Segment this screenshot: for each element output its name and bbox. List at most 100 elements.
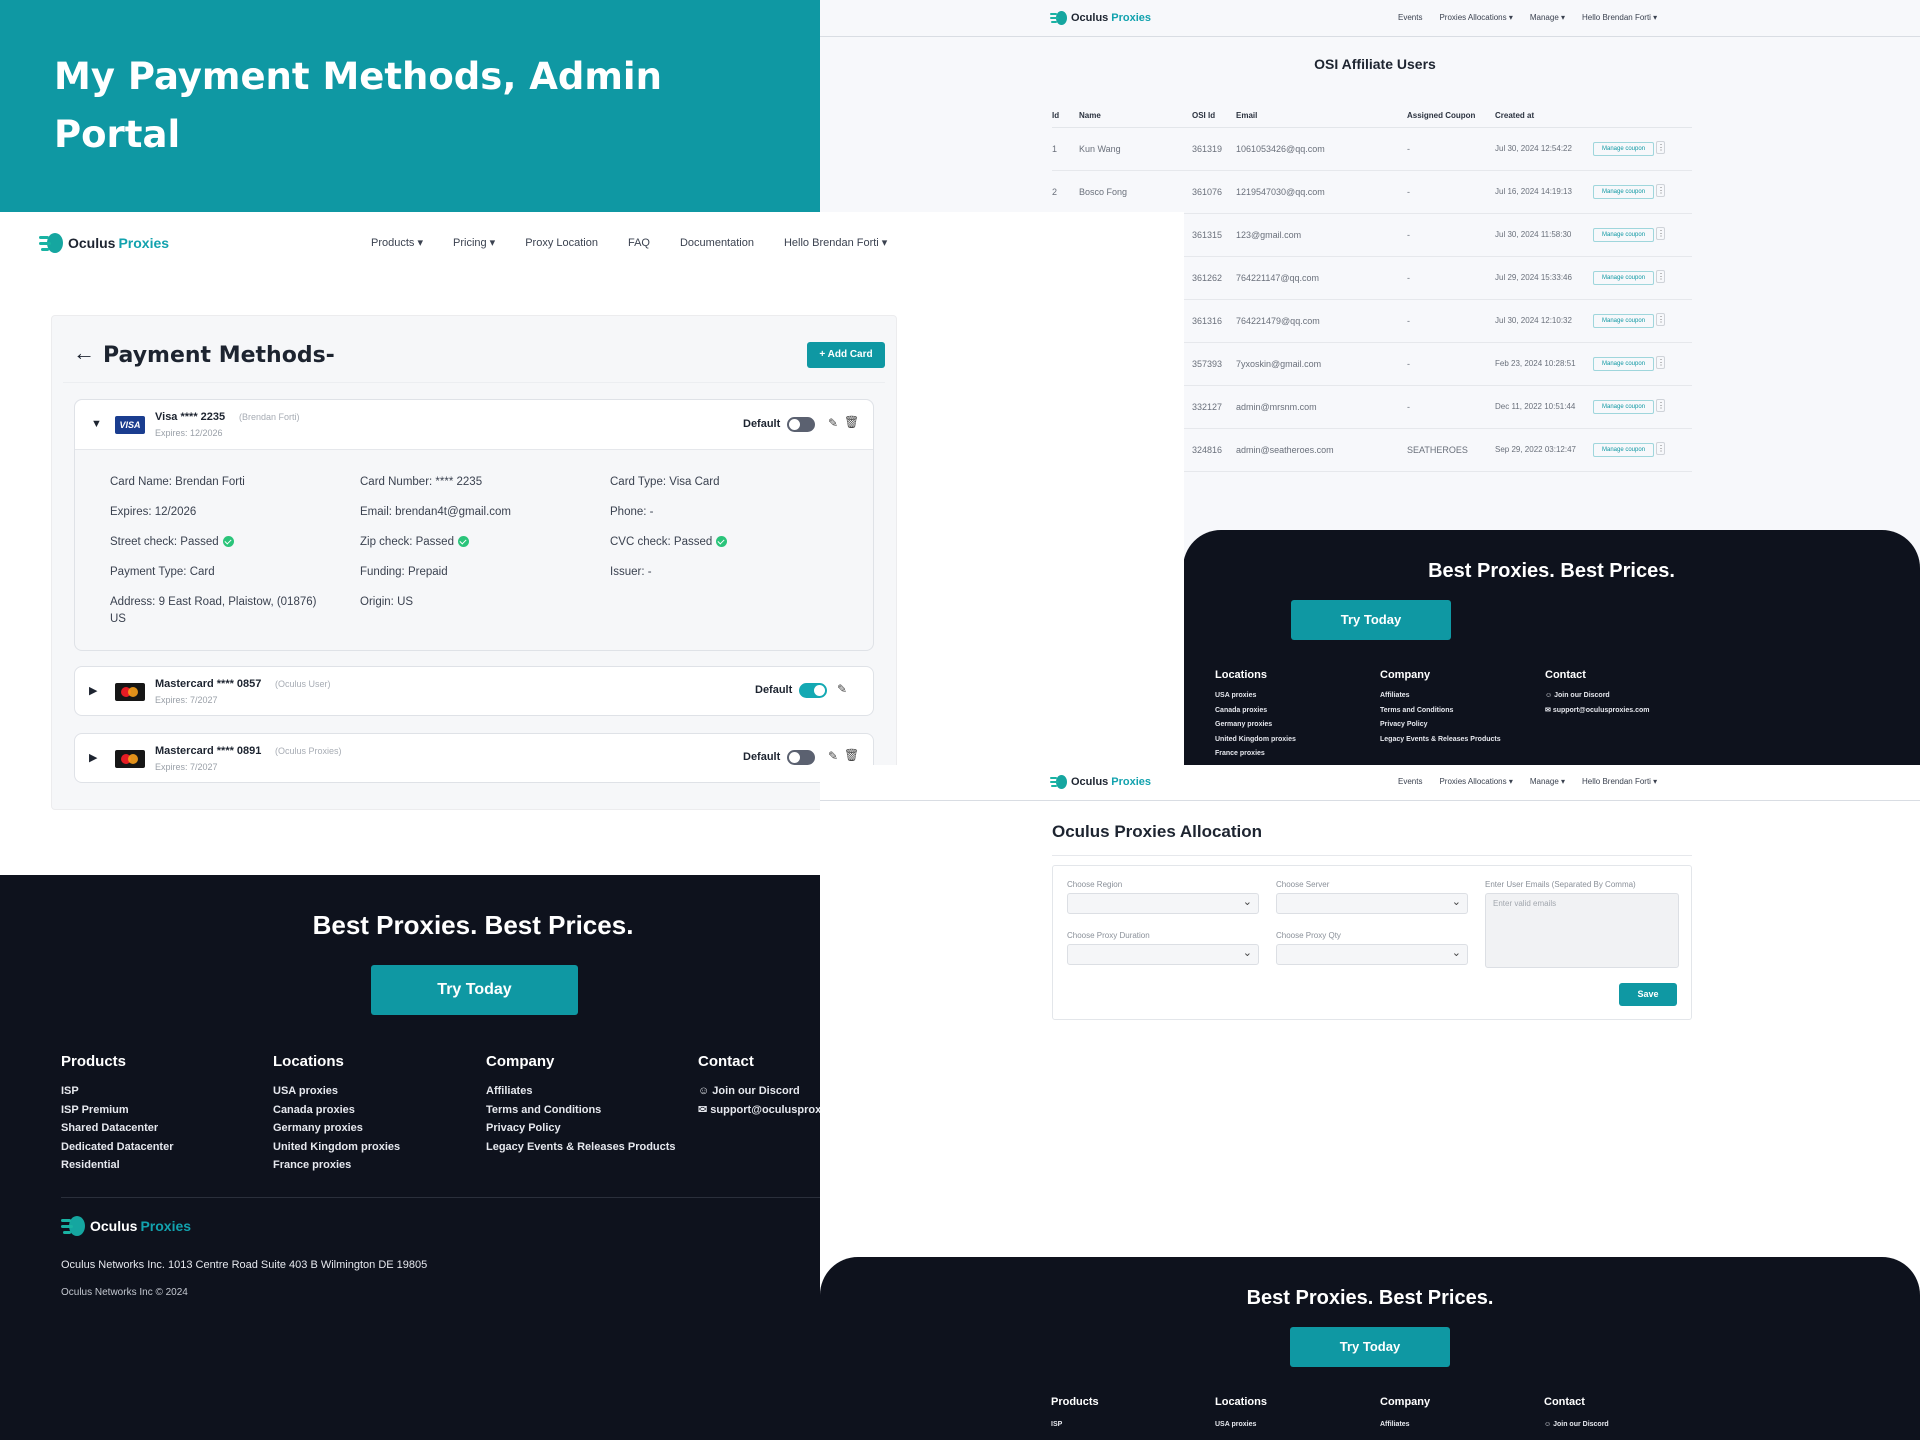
nav-pricing[interactable]: Pricing ▾ <box>453 236 495 249</box>
nav-products[interactable]: Products ▾ <box>371 236 423 249</box>
nav-events[interactable]: Events <box>1398 777 1422 786</box>
footer-link[interactable]: Shared Datacenter <box>61 1119 174 1138</box>
table-header-row: Id Name OSI Id Email Assigned Coupon Cre… <box>1052 105 1692 128</box>
emails-input[interactable]: Enter valid emails <box>1485 893 1679 968</box>
more-options-icon[interactable]: ⋮ <box>1656 442 1666 456</box>
server-select[interactable] <box>1276 893 1468 914</box>
footer-brand-logo[interactable]: Oculus Proxies <box>61 1215 191 1237</box>
footer-link[interactable]: Dedicated Datacenter <box>61 1138 174 1157</box>
cell-actions: Manage coupon ⋮ <box>1593 127 1692 171</box>
card-detail-text: Origin: US <box>360 596 414 608</box>
expand-caret-icon[interactable]: ▶ <box>89 751 97 764</box>
nav-documentation[interactable]: Documentation <box>680 237 754 249</box>
manage-coupon-button[interactable]: Manage coupon <box>1593 184 1655 199</box>
discord-link[interactable]: ☺ Join our Discord <box>698 1082 820 1101</box>
manage-coupon-button[interactable]: Manage coupon <box>1593 227 1655 242</box>
nav-events[interactable]: Events <box>1398 13 1422 22</box>
discord-link[interactable]: ☺ Join our Discord <box>1545 689 1650 704</box>
more-options-icon[interactable]: ⋮ <box>1656 227 1666 241</box>
footer-link[interactable]: Germany proxies <box>1215 718 1296 733</box>
footer-link[interactable]: Canada proxies <box>1215 704 1296 719</box>
footer-link[interactable]: ISP Premium <box>61 1101 174 1120</box>
discord-icon: ☺ <box>1545 692 1555 699</box>
try-today-button[interactable]: Try Today <box>371 965 578 1015</box>
try-today-button[interactable]: Try Today <box>1290 1327 1450 1367</box>
nav-proxy-location[interactable]: Proxy Location <box>525 237 598 249</box>
default-toggle[interactable] <box>799 683 827 698</box>
more-options-icon[interactable]: ⋮ <box>1656 141 1666 155</box>
footer-link[interactable]: Legacy Events & Releases Products <box>486 1138 676 1157</box>
qty-select[interactable] <box>1276 944 1468 965</box>
footer-link[interactable]: United Kingdom proxies <box>1215 733 1296 748</box>
more-options-icon[interactable]: ⋮ <box>1656 184 1666 198</box>
add-card-button[interactable]: + Add Card <box>807 342 885 368</box>
nav-user-menu[interactable]: Hello Brendan Forti ▾ <box>1582 13 1657 22</box>
default-toggle[interactable] <box>787 417 815 432</box>
footer-link[interactable]: United Kingdom proxies <box>273 1138 400 1157</box>
brand-logo[interactable]: Oculus Proxies <box>39 232 169 254</box>
more-options-icon[interactable]: ⋮ <box>1656 356 1666 370</box>
edit-icon[interactable]: ✎ <box>828 416 838 430</box>
more-options-icon[interactable]: ⋮ <box>1656 270 1666 284</box>
discord-link[interactable]: ☺ Join our Discord <box>1544 1416 1609 1435</box>
nav-user-menu[interactable]: Hello Brendan Forti ▾ <box>784 236 887 249</box>
footer-link[interactable]: Privacy Policy <box>486 1119 676 1138</box>
nav-manage[interactable]: Manage ▾ <box>1530 777 1565 786</box>
payment-title-bar: ← Payment Methods- + Add Card <box>63 327 885 383</box>
footer-link[interactable]: Terms and Conditions <box>486 1101 676 1120</box>
cell-osi-id: 361316 <box>1192 299 1236 343</box>
footer-link[interactable]: Affiliates <box>1380 1416 1430 1435</box>
duration-select[interactable] <box>1067 944 1259 965</box>
expand-caret-icon[interactable]: ▶ <box>89 684 97 697</box>
footer-link[interactable]: Legacy Events & Releases Products <box>1380 733 1501 748</box>
nav-faq[interactable]: FAQ <box>628 237 650 249</box>
trash-icon[interactable]: 🗑 <box>844 415 859 429</box>
nav-proxies-allocations[interactable]: Proxies Allocations ▾ <box>1439 13 1512 22</box>
edit-icon[interactable]: ✎ <box>828 749 838 763</box>
more-options-icon[interactable]: ⋮ <box>1656 313 1666 327</box>
default-toggle[interactable] <box>787 750 815 765</box>
visa-card-header[interactable]: ▼ VISA Visa **** 2235 (Brendan Forti) Ex… <box>75 400 873 450</box>
more-options-icon[interactable]: ⋮ <box>1656 399 1666 413</box>
manage-coupon-button[interactable]: Manage coupon <box>1593 270 1655 285</box>
footer-link[interactable]: USA proxies <box>1215 1416 1267 1435</box>
back-arrow-icon[interactable]: ← <box>73 340 95 366</box>
footer-link[interactable]: ISP <box>61 1082 174 1101</box>
affiliate-header: Oculus Proxies Events Proxies Allocation… <box>820 0 1920 37</box>
brand-logo[interactable]: Oculus Proxies <box>1050 774 1151 790</box>
trash-icon[interactable]: 🗑 <box>844 748 859 762</box>
footer-link[interactable]: Affiliates <box>1380 689 1501 704</box>
footer-link[interactable]: Affiliates <box>486 1082 676 1101</box>
footer-link[interactable]: Canada proxies <box>273 1101 400 1120</box>
region-select[interactable] <box>1067 893 1259 914</box>
footer-link[interactable]: France proxies <box>273 1156 400 1175</box>
footer-link[interactable]: France proxies <box>1215 747 1296 762</box>
footer-link[interactable]: Residential <box>61 1156 174 1175</box>
manage-coupon-button[interactable]: Manage coupon <box>1593 356 1655 371</box>
edit-icon[interactable]: ✎ <box>837 682 847 696</box>
manage-coupon-button[interactable]: Manage coupon <box>1593 313 1655 328</box>
collapse-caret-icon[interactable]: ▼ <box>91 418 102 430</box>
footer-link[interactable]: ISP <box>1051 1416 1099 1435</box>
footer-link[interactable]: USA proxies <box>273 1082 400 1101</box>
save-button[interactable]: Save <box>1619 983 1677 1006</box>
nav-user-menu[interactable]: Hello Brendan Forti ▾ <box>1582 777 1657 786</box>
manage-coupon-button[interactable]: Manage coupon <box>1593 141 1655 156</box>
manage-coupon-button[interactable]: Manage coupon <box>1593 442 1655 457</box>
brand-logo[interactable]: Oculus Proxies <box>1050 10 1151 26</box>
nav-manage[interactable]: Manage ▾ <box>1530 13 1565 22</box>
table-row: 2 Bosco Fong 361076 1219547030@qq.com - Jul 1… <box>1052 170 1692 214</box>
nav-proxies-allocations[interactable]: Proxies Allocations ▾ <box>1439 777 1512 786</box>
support-email-link[interactable]: ✉ support@oculusproxies.com <box>1545 704 1650 719</box>
duration-label: Choose Proxy Duration <box>1067 931 1150 940</box>
footer-link[interactable]: Privacy Policy <box>1380 718 1501 733</box>
footer-link[interactable]: USA proxies <box>1215 689 1296 704</box>
try-today-button[interactable]: Try Today <box>1291 600 1451 640</box>
mastercard-0857-panel[interactable]: ▶ Mastercard **** 0857 (Oculus User) Exp… <box>74 666 874 716</box>
mastercard-0891-panel[interactable]: ▶ Mastercard **** 0891 (Oculus Proxies) … <box>74 733 874 783</box>
manage-coupon-button[interactable]: Manage coupon <box>1593 399 1655 414</box>
support-email-link[interactable]: ✉ support@oculusproxies.com <box>698 1101 820 1120</box>
col-actions <box>1593 105 1692 128</box>
footer-link[interactable]: Terms and Conditions <box>1380 704 1501 719</box>
footer-link[interactable]: Germany proxies <box>273 1119 400 1138</box>
